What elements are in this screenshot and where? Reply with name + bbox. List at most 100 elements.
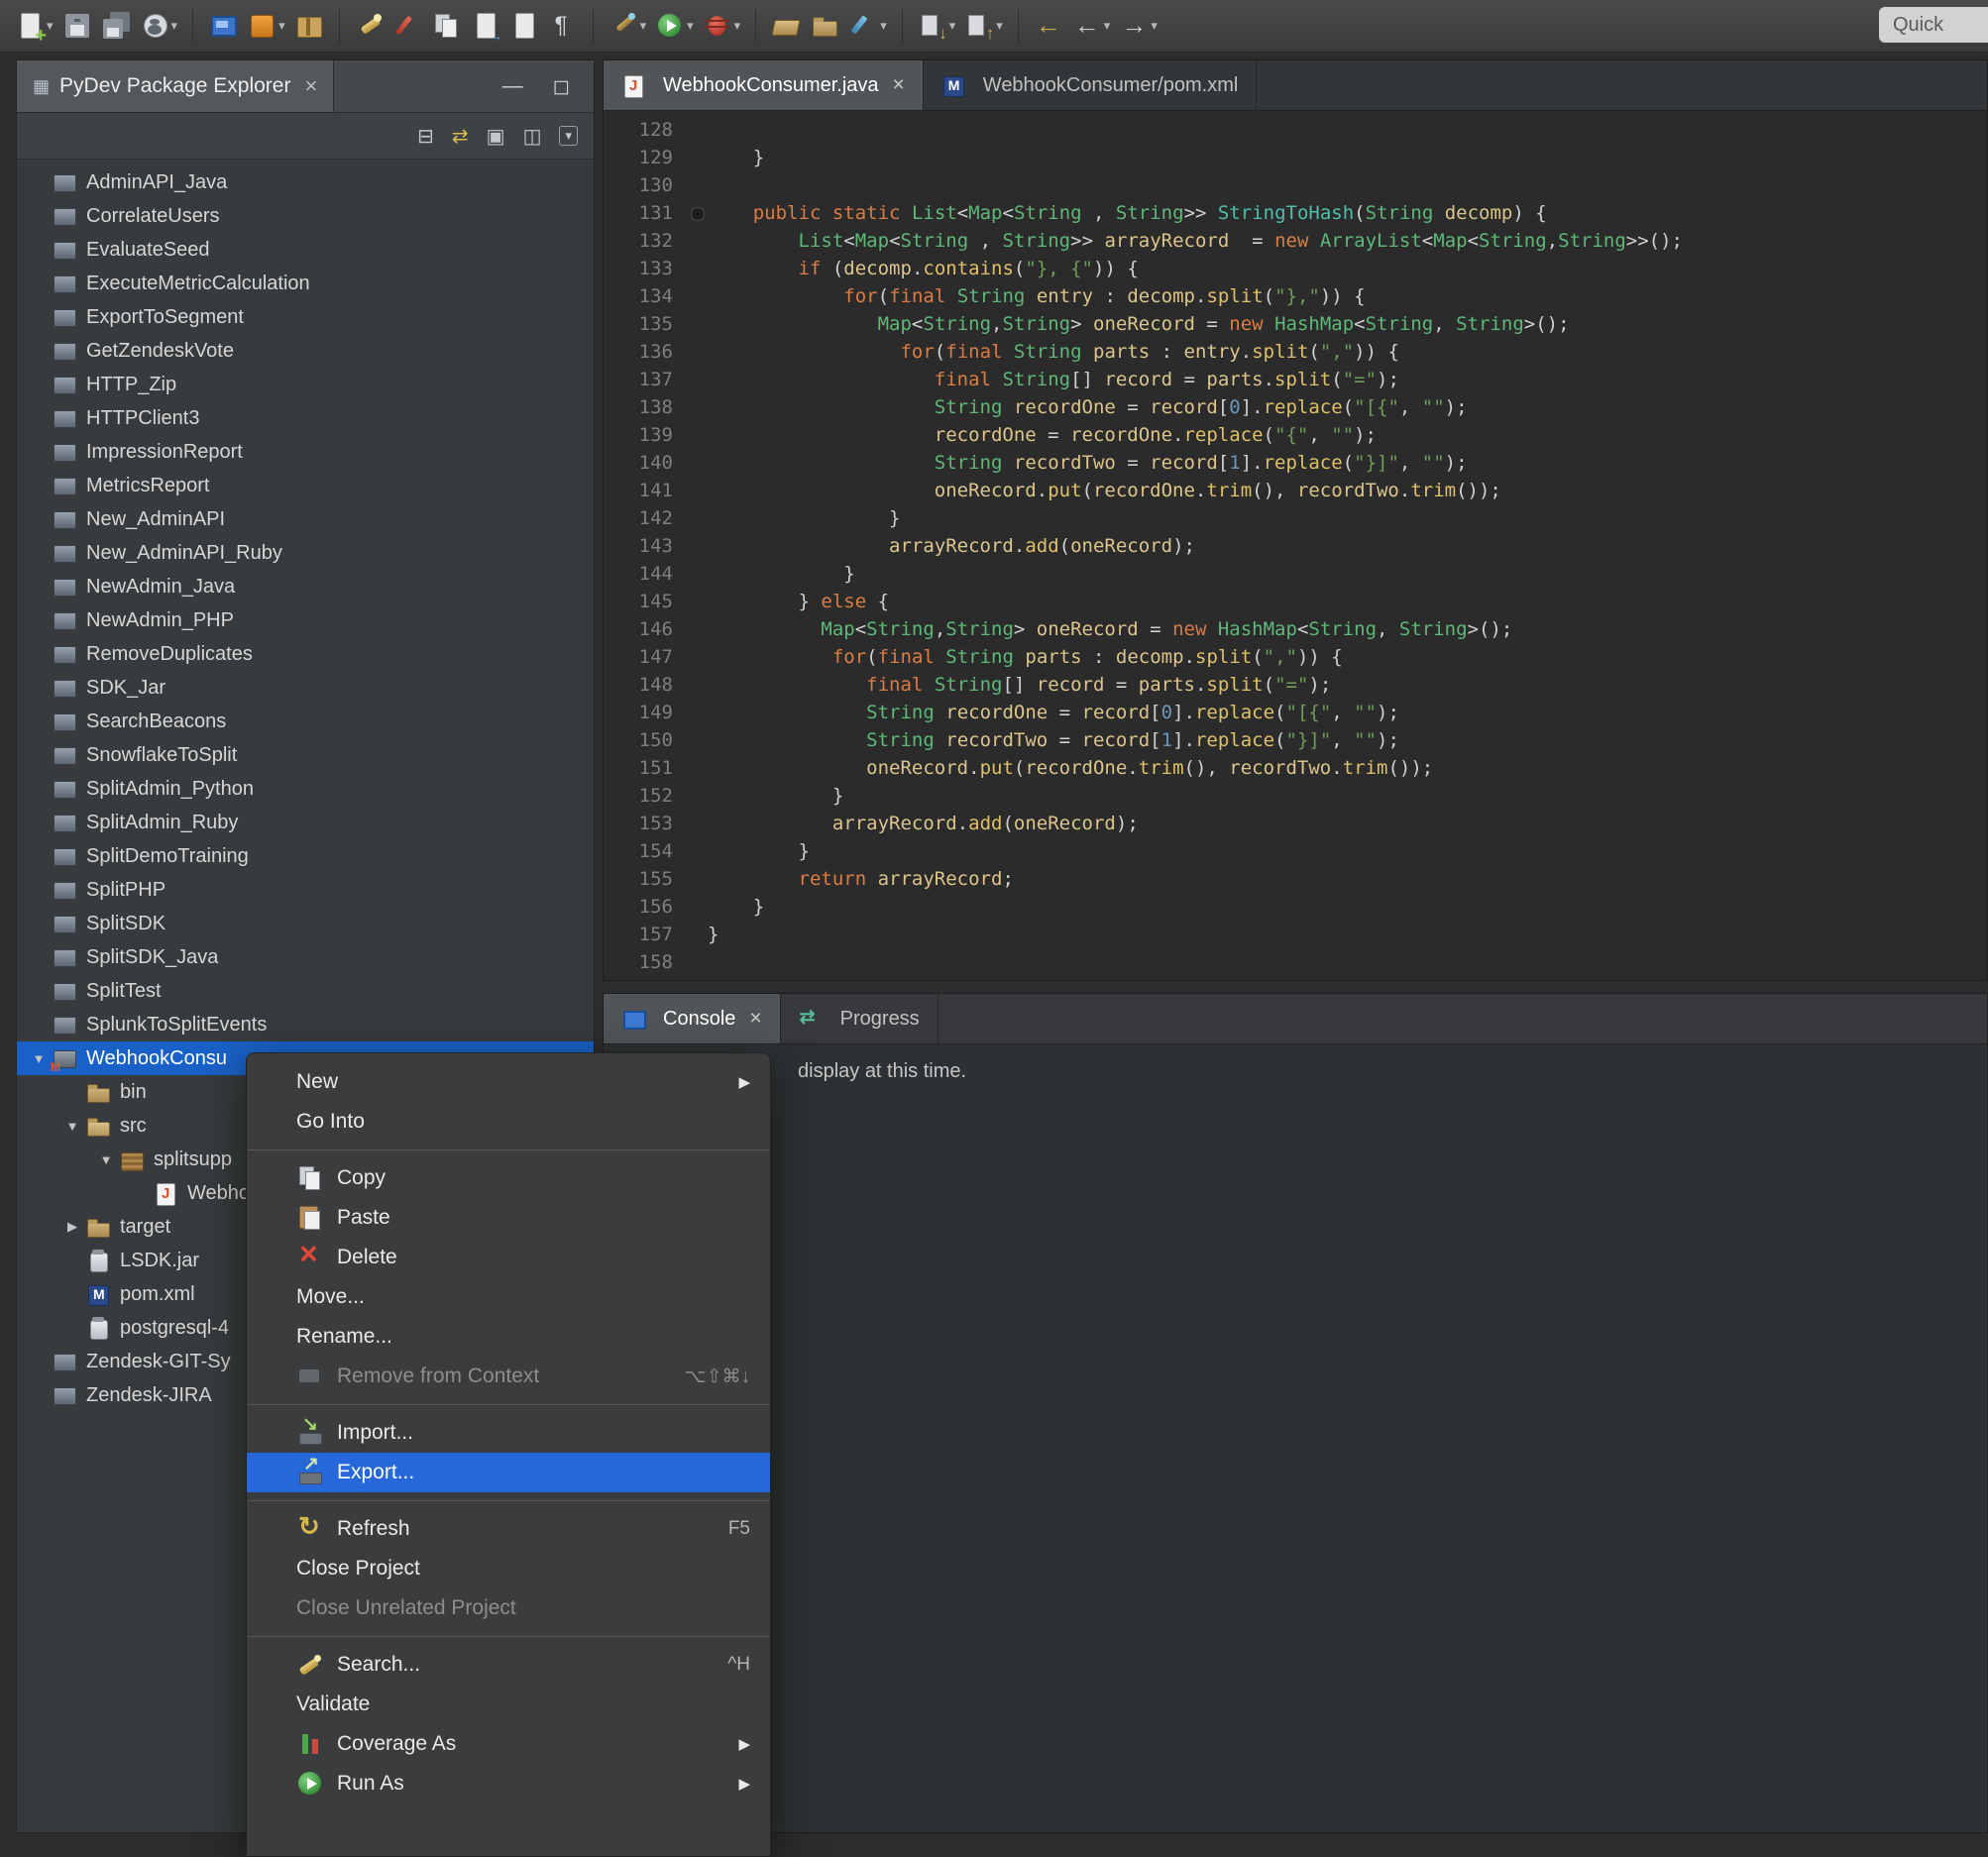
menu-item-import[interactable]: Import... xyxy=(247,1413,770,1453)
menu-item-run-as[interactable]: Run As▶ xyxy=(247,1764,770,1803)
menu-item-refresh[interactable]: RefreshF5 xyxy=(247,1509,770,1549)
package-presentation-icon[interactable]: ▣ xyxy=(487,124,505,149)
tree-item-splitdemotraining[interactable]: SplitDemoTraining xyxy=(17,839,594,873)
collapse-all-icon[interactable]: ⊟ xyxy=(417,124,434,149)
new-doc-icon[interactable] xyxy=(506,9,542,43)
menu-item-remove-from-context[interactable]: Remove from Context⌥⇧⌘↓ xyxy=(247,1357,770,1396)
external-tools-icon[interactable]: ▾ xyxy=(606,9,650,43)
copy-docs-icon[interactable] xyxy=(429,9,465,43)
tree-item-httpclient3[interactable]: HTTPClient3 xyxy=(17,401,594,435)
context-menu: New▶Go Into CopyPasteDeleteMove...Rename.… xyxy=(246,1052,771,1857)
tree-item-removeduplicates[interactable]: RemoveDuplicates xyxy=(17,637,594,671)
tree-item-impressionreport[interactable]: ImpressionReport xyxy=(17,435,594,469)
expand-arrow-icon[interactable]: ▼ xyxy=(58,1119,86,1134)
menu-item-go-into[interactable]: Go Into xyxy=(247,1102,770,1142)
tree-item-splitadmin-ruby[interactable]: SplitAdmin_Ruby xyxy=(17,806,594,839)
highlighter-icon[interactable]: ▾ xyxy=(845,9,890,43)
console-tab-progress[interactable]: Progress xyxy=(781,994,939,1043)
open-console-icon[interactable] xyxy=(205,9,241,43)
tree-item-correlateusers[interactable]: CorrelateUsers xyxy=(17,199,594,233)
tree-item-executemetriccalculation[interactable]: ExecuteMetricCalculation xyxy=(17,267,594,300)
new-wizard-icon[interactable]: ▾ xyxy=(12,9,56,43)
open-folder-icon[interactable] xyxy=(807,9,842,43)
editor-tab-webhookconsumer-pom-xml[interactable]: WebhookConsumer/pom.xml xyxy=(924,60,1258,110)
tree-item-new-adminapi[interactable]: New_AdminAPI xyxy=(17,502,594,536)
tree-item-splitsdk[interactable]: SplitSDK xyxy=(17,907,594,940)
code-line: 140 String recordTwo = record[1].replace… xyxy=(604,449,1987,477)
tree-item-splunktosplitevents[interactable]: SplunkToSplitEvents xyxy=(17,1008,594,1041)
tree-item-metricsreport[interactable]: MetricsReport xyxy=(17,469,594,502)
editor-tab-webhookconsumer-java[interactable]: WebhookConsumer.java× xyxy=(604,60,924,110)
menu-item-export[interactable]: Export... xyxy=(247,1453,770,1492)
code-text: String recordOne = record[0].replace("[{… xyxy=(687,393,1468,421)
show-whitespace-icon[interactable] xyxy=(545,9,581,43)
tree-item-new-adminapi-ruby[interactable]: New_AdminAPI_Ruby xyxy=(17,536,594,570)
menu-item-close-project[interactable]: Close Project xyxy=(247,1549,770,1588)
filters-icon[interactable]: ◫ xyxy=(523,124,542,149)
open-resource-icon[interactable] xyxy=(768,9,804,43)
menu-item-coverage-as[interactable]: Coverage As▶ xyxy=(247,1724,770,1764)
tree-item-sdk-jar[interactable]: SDK_Jar xyxy=(17,671,594,705)
link-with-editor-icon[interactable]: ⇄ xyxy=(452,124,469,149)
tree-item-evaluateseed[interactable]: EvaluateSeed xyxy=(17,233,594,267)
mark-occurrences-icon[interactable] xyxy=(390,9,426,43)
code-text: for(final String parts : entry.split(","… xyxy=(687,338,1399,366)
menu-item-search[interactable]: Search...^H xyxy=(247,1645,770,1685)
search-torch-icon[interactable] xyxy=(352,9,387,43)
forward-icon[interactable]: ▾ xyxy=(1116,9,1160,43)
new-doc-icon xyxy=(509,11,539,41)
account-icon[interactable]: ▾ xyxy=(137,9,181,43)
code-line: 139 recordOne = recordOne.replace("{", "… xyxy=(604,421,1987,449)
expand-arrow-icon[interactable]: ▶ xyxy=(58,1219,86,1235)
save-icon[interactable] xyxy=(59,9,95,43)
debug-icon[interactable]: ▾ xyxy=(700,9,744,43)
close-tab-icon[interactable]: × xyxy=(749,1007,761,1031)
tree-item-splitsdk-java[interactable]: SplitSDK_Java xyxy=(17,940,594,974)
toolbar-separator xyxy=(1018,9,1019,43)
expand-arrow-icon[interactable]: ▼ xyxy=(25,1051,53,1066)
menu-item-move[interactable]: Move... xyxy=(247,1277,770,1317)
tree-item-exporttosegment[interactable]: ExportToSegment xyxy=(17,300,594,334)
expand-arrow-icon[interactable]: ▼ xyxy=(92,1152,120,1167)
next-annotation-icon[interactable]: ▾ xyxy=(915,9,959,43)
tree-item-newadmin-java[interactable]: NewAdmin_Java xyxy=(17,570,594,603)
paste-icon xyxy=(296,1204,324,1232)
tree-item-splitphp[interactable]: SplitPHP xyxy=(17,873,594,907)
menu-item-new[interactable]: New▶ xyxy=(247,1062,770,1102)
tree-item-newadmin-php[interactable]: NewAdmin_PHP xyxy=(17,603,594,637)
quick-access-field[interactable]: Quick xyxy=(1879,7,1988,43)
menu-item-copy[interactable]: Copy xyxy=(247,1158,770,1198)
menu-item-label: Remove from Context xyxy=(337,1365,665,1388)
convert-doc-icon[interactable] xyxy=(468,9,503,43)
maven-build-icon[interactable]: ▾ xyxy=(244,9,288,43)
tree-item-snowflaketosplit[interactable]: SnowflakeToSplit xyxy=(17,738,594,772)
run-icon[interactable]: ▾ xyxy=(652,9,697,43)
tree-item-searchbeacons[interactable]: SearchBeacons xyxy=(17,705,594,738)
back-icon[interactable]: ▾ xyxy=(1069,9,1114,43)
prev-annotation-icon[interactable]: ▾ xyxy=(961,9,1006,43)
last-edit-location-icon[interactable] xyxy=(1031,9,1066,43)
save-all-icon[interactable] xyxy=(98,9,134,43)
tree-item-getzendeskvote[interactable]: GetZendeskVote xyxy=(17,334,594,368)
code-area[interactable]: 128129 }130131 public static List<Map<St… xyxy=(604,110,1987,980)
line-number: 137 xyxy=(604,366,687,393)
menu-item-rename[interactable]: Rename... xyxy=(247,1317,770,1357)
tree-item-adminapi-java[interactable]: AdminAPI_Java xyxy=(17,165,594,199)
menu-item-validate[interactable]: Validate xyxy=(247,1685,770,1724)
tree-item-http-zip[interactable]: HTTP_Zip xyxy=(17,368,594,401)
close-explorer-icon[interactable]: × xyxy=(304,73,317,99)
menu-item-paste[interactable]: Paste xyxy=(247,1198,770,1238)
minimize-button[interactable]: — xyxy=(502,74,523,99)
explorer-view-tab[interactable]: ▦ PyDev Package Explorer × xyxy=(17,60,334,112)
console-tab-console[interactable]: Console× xyxy=(604,994,781,1043)
tree-item-label: splitsupp xyxy=(154,1148,232,1171)
tree-item-splitadmin-python[interactable]: SplitAdmin_Python xyxy=(17,772,594,806)
menu-item-close-unrelated-project[interactable]: Close Unrelated Project xyxy=(247,1588,770,1628)
tree-item-splittest[interactable]: SplitTest xyxy=(17,974,594,1008)
maximize-button[interactable]: ◻ xyxy=(553,74,570,99)
package-wizard-icon[interactable] xyxy=(291,9,327,43)
close-tab-icon[interactable]: × xyxy=(893,73,905,97)
menu-item-delete[interactable]: Delete xyxy=(247,1238,770,1277)
view-menu-icon[interactable]: ▾ xyxy=(559,126,578,146)
code-line: 132 List<Map<String , String>> arrayReco… xyxy=(604,227,1987,255)
